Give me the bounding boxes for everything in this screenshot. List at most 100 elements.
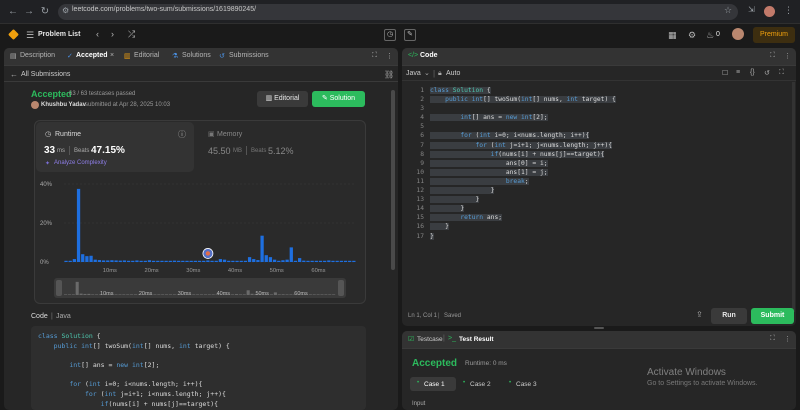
share-link-icon[interactable]: ⛓ xyxy=(384,70,394,79)
submit-button[interactable]: Submit xyxy=(751,308,794,324)
runtime-info-icon[interactable]: ⓘ xyxy=(178,129,186,140)
panel-more-icon[interactable]: ⋮ xyxy=(386,52,393,60)
left-panel-scrollbar[interactable] xyxy=(391,90,395,270)
submission-time: submitted at Apr 28, 2025 10:03 xyxy=(85,102,171,108)
editor-scrollbar[interactable] xyxy=(792,82,795,312)
timer-icon[interactable]: ◷ xyxy=(384,29,396,41)
back-arrow-icon[interactable]: ← xyxy=(10,70,18,79)
case-3-label[interactable]: Case 3 xyxy=(516,381,537,388)
all-submissions-link[interactable]: All Submissions xyxy=(21,71,70,78)
menu-icon[interactable]: ⋮ xyxy=(784,5,793,16)
case-2-label[interactable]: Case 2 xyxy=(470,381,491,388)
chart-range-bar xyxy=(320,294,324,295)
code-expand-icon[interactable]: ⛶ xyxy=(770,52,775,60)
chart-bar xyxy=(310,260,314,262)
upload-icon[interactable]: ⇪ xyxy=(696,310,703,319)
profile-avatar[interactable] xyxy=(764,6,775,17)
user-avatar[interactable] xyxy=(732,28,744,40)
chart-bar xyxy=(235,260,239,262)
bookmark-icon[interactable]: ☆ xyxy=(724,5,732,16)
tab-description[interactable]: Description xyxy=(20,52,55,59)
tab-editorial[interactable]: Editorial xyxy=(134,52,159,59)
tab-submissions[interactable]: Submissions xyxy=(229,52,269,59)
chart-range-bar xyxy=(238,294,242,295)
format-icon[interactable]: ≡ xyxy=(736,69,740,76)
code-line: } xyxy=(430,186,770,195)
chart-bar xyxy=(114,260,118,262)
code-line-text: if(nums[i] + nums[j]==target){ xyxy=(430,150,605,158)
chart-range-bar xyxy=(172,294,176,295)
bookmark-code-icon[interactable]: ☐ xyxy=(722,69,728,77)
braces-icon[interactable]: {} xyxy=(750,69,755,76)
fullscreen-code-icon[interactable]: ⛶ xyxy=(779,69,784,77)
chart-range-tick: 10ms xyxy=(100,291,114,297)
code-line-text: public int[] twoSum(int[] nums, int targ… xyxy=(430,96,616,104)
chart-range-bar xyxy=(250,293,254,295)
memory-label: Memory xyxy=(217,131,243,138)
leetcode-logo-icon[interactable] xyxy=(8,29,19,40)
extensions-icon[interactable]: ⇲ xyxy=(748,5,755,14)
chart-range-bar xyxy=(130,294,134,295)
site-info-icon[interactable]: ⚙ xyxy=(62,6,69,15)
result-expand-icon[interactable]: ⛶ xyxy=(770,335,775,343)
chart-range-bar xyxy=(289,294,293,295)
code-section-label: Code xyxy=(31,313,48,320)
chart-bar xyxy=(268,257,273,262)
analyze-complexity-link[interactable]: Analyze Complexity xyxy=(54,160,107,166)
close-tab-icon[interactable]: × xyxy=(110,52,114,59)
chart-y-tick: 20% xyxy=(40,221,53,227)
code-line: break; xyxy=(430,177,770,186)
chart-bar xyxy=(97,260,102,262)
language-chevron-icon[interactable]: ⌄ xyxy=(424,69,430,77)
settings-icon[interactable]: ⚙ xyxy=(688,30,696,41)
prev-problem-icon[interactable]: ‹ xyxy=(96,29,99,39)
chart-bar xyxy=(335,260,339,262)
code-line: int[] ans = new int[2]; xyxy=(430,113,770,122)
panel-expand-icon[interactable]: ⛶ xyxy=(372,52,377,60)
result-more-icon[interactable]: ⋮ xyxy=(784,335,791,343)
language-select[interactable]: Java xyxy=(406,70,421,77)
notes-icon[interactable]: ✎ xyxy=(404,29,416,41)
solution-button-icon: ✎ xyxy=(321,95,330,102)
premium-button[interactable]: Premium xyxy=(753,27,795,43)
code-editor-content[interactable]: class Solution { public int[] twoSum(int… xyxy=(430,86,770,241)
code-brackets-icon: </> xyxy=(408,52,419,59)
coin-count: 0 xyxy=(716,31,720,38)
memory-chip-icon: ▣ xyxy=(208,131,215,138)
layout-icon[interactable]: ▦ xyxy=(668,30,677,41)
next-problem-icon[interactable]: › xyxy=(111,29,114,39)
chart-range-bar xyxy=(246,290,250,295)
solution-button[interactable]: ✎ Solution xyxy=(312,91,365,107)
chart-bar xyxy=(343,260,348,262)
tab-solutions[interactable]: Solutions xyxy=(182,52,211,59)
back-icon[interactable]: ← xyxy=(6,5,20,19)
editorial-button-icon: ▥ xyxy=(265,95,275,102)
chart-range-handle-right xyxy=(338,280,344,296)
line-number: 5 xyxy=(420,123,424,131)
shuffle-icon[interactable]: ⤮ xyxy=(128,29,135,40)
line-number: 12 xyxy=(416,187,424,195)
submitted-code-line xyxy=(38,371,358,381)
tab-testcase[interactable]: Testcase xyxy=(417,336,443,343)
code-more-icon[interactable]: ⋮ xyxy=(784,52,791,60)
submission-user[interactable]: Khushbu Yadav xyxy=(41,102,86,108)
problem-list-link[interactable]: Problem List xyxy=(38,31,80,38)
editorial-button[interactable]: ▥ Editorial xyxy=(257,91,308,107)
tab-test-result[interactable]: Test Result xyxy=(459,336,494,343)
auto-mode-label[interactable]: Auto xyxy=(446,70,460,77)
panel-resize-handle[interactable] xyxy=(594,327,604,329)
chart-x-tick: 20ms xyxy=(145,268,159,274)
cursor-position: Ln 1, Col 1 xyxy=(408,313,438,319)
reload-icon[interactable]: ↻ xyxy=(38,5,52,19)
forward-icon[interactable]: → xyxy=(22,5,36,19)
reset-code-icon[interactable]: ↺ xyxy=(764,69,770,77)
run-button[interactable]: Run xyxy=(711,308,747,324)
chart-bar xyxy=(89,255,93,262)
chart-bar xyxy=(227,260,231,262)
chart-x-tick: 10ms xyxy=(103,268,117,274)
chart-bar xyxy=(110,260,114,262)
tab-accepted[interactable]: Accepted xyxy=(76,52,108,59)
chart-bar xyxy=(139,260,143,262)
chart-bar xyxy=(147,260,152,262)
